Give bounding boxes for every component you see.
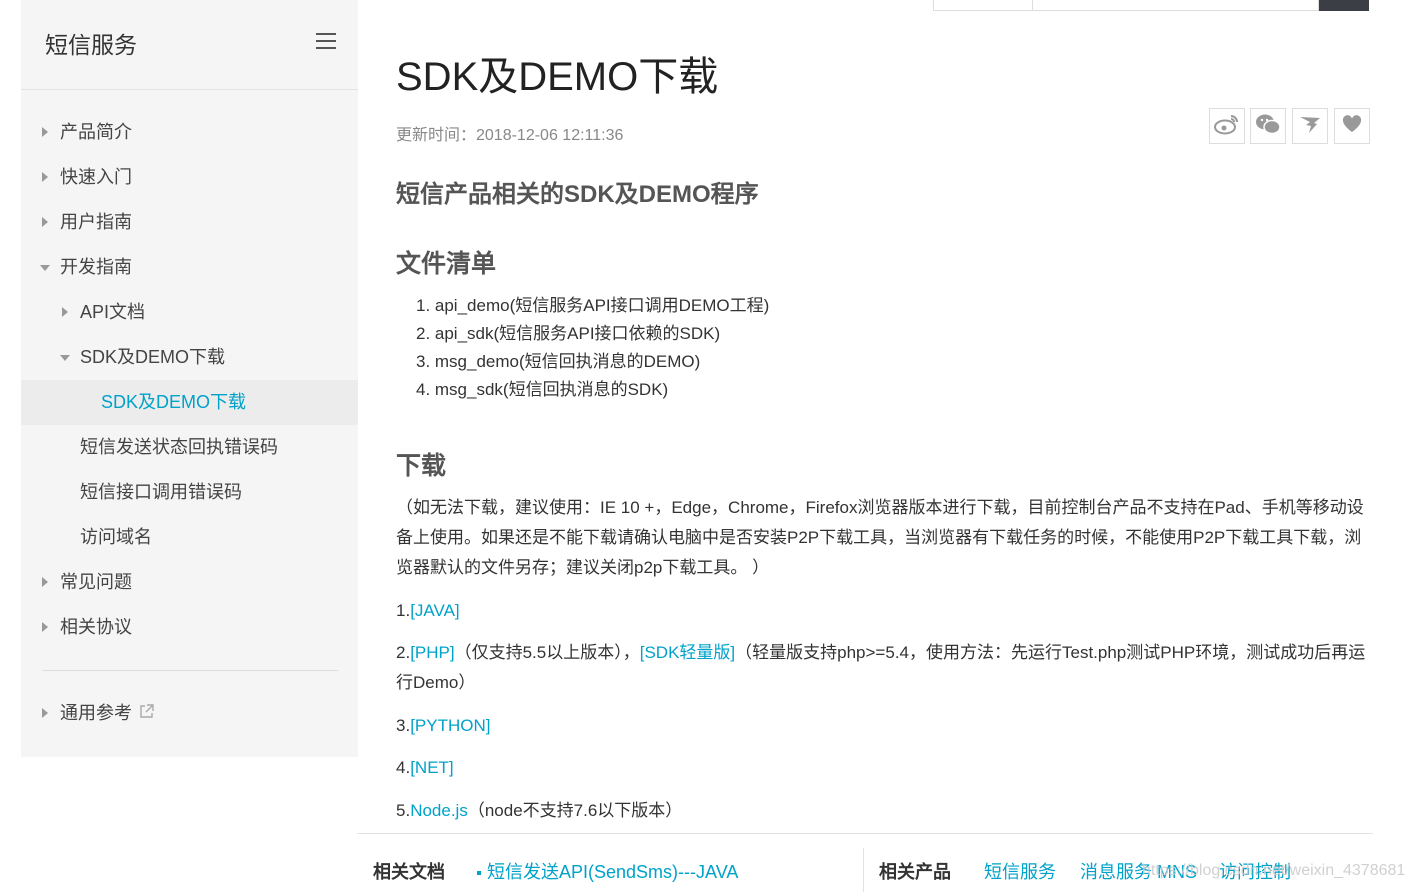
chevron-right-icon [42,708,48,718]
chevron-right-icon [42,217,48,227]
related-docs-label: 相关文档 [373,862,445,882]
sidebar-item-api-error-codes[interactable]: 短信接口调用错误码 [21,470,358,515]
chevron-down-icon [40,265,50,271]
bullet-icon [477,871,481,876]
list-item: 2. api_sdk(短信服务API接口依赖的SDK) [416,324,721,343]
node-note: （node不支持7.6以下版本） [467,801,683,820]
sidebar-title: 短信服务 [45,32,137,58]
sidebar-divider [42,670,338,671]
sidebar-item-label: 短信发送状态回执错误码 [80,437,278,457]
chevron-down-icon [60,355,70,361]
list-item: 1. api_demo(短信服务API接口调用DEMO工程) [416,296,770,315]
sidebar-item-sdk-demo-download[interactable]: SDK及DEMO下载 [21,380,358,425]
download-heading: 下载 [396,452,447,480]
sidebar-item-label: 常见问题 [60,572,132,592]
related-product-sms[interactable]: 短信服务 [984,858,1056,884]
file-list: 1. api_demo(短信服务API接口调用DEMO工程) 2. api_sd… [396,292,769,404]
sidebar-item-api-docs[interactable]: API文档 [21,290,358,335]
weibo-icon [1214,113,1240,140]
sidebar-item-user-guide[interactable]: 用户指南 [21,200,358,245]
search-input[interactable] [933,0,1319,11]
sidebar-item-endpoints[interactable]: 访问域名 [21,515,358,560]
watermark: https://blog.csdn.net/weixin_43786819 [1142,862,1406,879]
update-time: 更新时间：2018-12-06 12:11:36 [396,127,624,144]
net-download-link[interactable]: [NET] [410,758,453,777]
share-wechat-button[interactable] [1250,108,1286,144]
search-divider [1032,0,1033,11]
sidebar-item-label: 开发指南 [60,257,132,277]
sidebar-item-label: 快速入门 [60,167,132,187]
chevron-right-icon [42,577,48,587]
sidebar-item-general-reference[interactable]: 通用参考 [21,691,358,736]
sidebar: 短信服务 产品简介 快速入门 用户指南 开发指南 API文档 SDK及DEMO下… [21,0,358,757]
sidebar-item-sdk-demo-group[interactable]: SDK及DEMO下载 [21,335,358,380]
chevron-right-icon [42,622,48,632]
sidebar-item-label: 通用参考 [60,703,132,723]
related-products-label: 相关产品 [879,862,951,882]
favorite-button[interactable] [1334,108,1370,144]
sidebar-item-faq[interactable]: 常见问题 [21,560,358,605]
download-php: 2.[PHP]（仅支持5.5以上版本），[SDK轻量版]（轻量版支持php>=5… [396,638,1371,698]
share-dingtalk-button[interactable] [1292,108,1328,144]
search-button[interactable] [1319,0,1369,11]
php-note: （仅支持5.5以上版本）， [454,643,640,662]
dingtalk-icon [1298,113,1322,140]
sidebar-item-label: 访问域名 [80,527,152,547]
item-number: 5. [396,801,411,820]
wechat-icon [1255,113,1281,140]
node-download-link[interactable]: Node.js [410,801,468,820]
php-download-link[interactable]: [PHP] [410,643,454,662]
download-python: 3.[PYTHON] [396,711,1371,741]
section-subtitle: 短信产品相关的SDK及DEMO程序 [396,181,759,208]
download-note: （如无法下载，建议使用：IE 10 +，Edge，Chrome，Firefox浏… [396,498,1364,577]
download-net: 4.[NET] [396,753,1371,783]
item-number: 4. [396,758,411,777]
sidebar-item-quick-start[interactable]: 快速入门 [21,155,358,200]
chevron-right-icon [42,127,48,137]
menu-toggle-icon[interactable] [316,33,336,49]
java-download-link[interactable]: [JAVA] [410,601,459,620]
list-item: 3. msg_demo(短信回执消息的DEMO) [416,352,701,371]
list-item: 4. msg_sdk(短信回执消息的SDK) [416,380,669,399]
sidebar-item-label: 产品简介 [60,122,132,142]
php-lite-download-link[interactable]: [SDK轻量版] [640,643,735,662]
chevron-right-icon [62,307,68,317]
download-java: 1.[JAVA] [396,596,1371,626]
sidebar-item-label: 用户指南 [60,212,132,232]
sidebar-item-label: API文档 [80,302,146,322]
sidebar-item-label: 短信接口调用错误码 [80,482,242,502]
sidebar-item-dev-guide[interactable]: 开发指南 [21,245,358,290]
item-number: 1. [396,601,411,620]
item-number: 2. [396,643,411,662]
page-title: SDK及DEMO下载 [396,55,719,99]
related-doc-link[interactable]: 短信发送API(SendSms)---JAVA [477,858,738,884]
sidebar-item-label: SDK及DEMO下载 [101,392,247,412]
sidebar-header: 短信服务 [21,0,358,90]
python-download-link[interactable]: [PYTHON] [410,716,490,735]
sidebar-item-label: 相关协议 [60,617,132,637]
chevron-right-icon [42,172,48,182]
download-node: 5.Node.js（node不支持7.6以下版本） [396,796,1371,826]
related-divider [863,848,864,892]
related-doc-link-label: 短信发送API(SendSms)---JAVA [487,862,739,882]
external-link-icon [138,692,155,737]
file-list-heading: 文件清单 [396,250,497,278]
sidebar-item-label: SDK及DEMO下载 [80,347,226,367]
sidebar-item-agreements[interactable]: 相关协议 [21,605,358,650]
item-number: 3. [396,716,411,735]
sidebar-item-status-error-codes[interactable]: 短信发送状态回执错误码 [21,425,358,470]
favorite-heart-icon [1341,114,1363,139]
share-weibo-button[interactable] [1209,108,1245,144]
sidebar-item-product-intro[interactable]: 产品简介 [21,110,358,155]
